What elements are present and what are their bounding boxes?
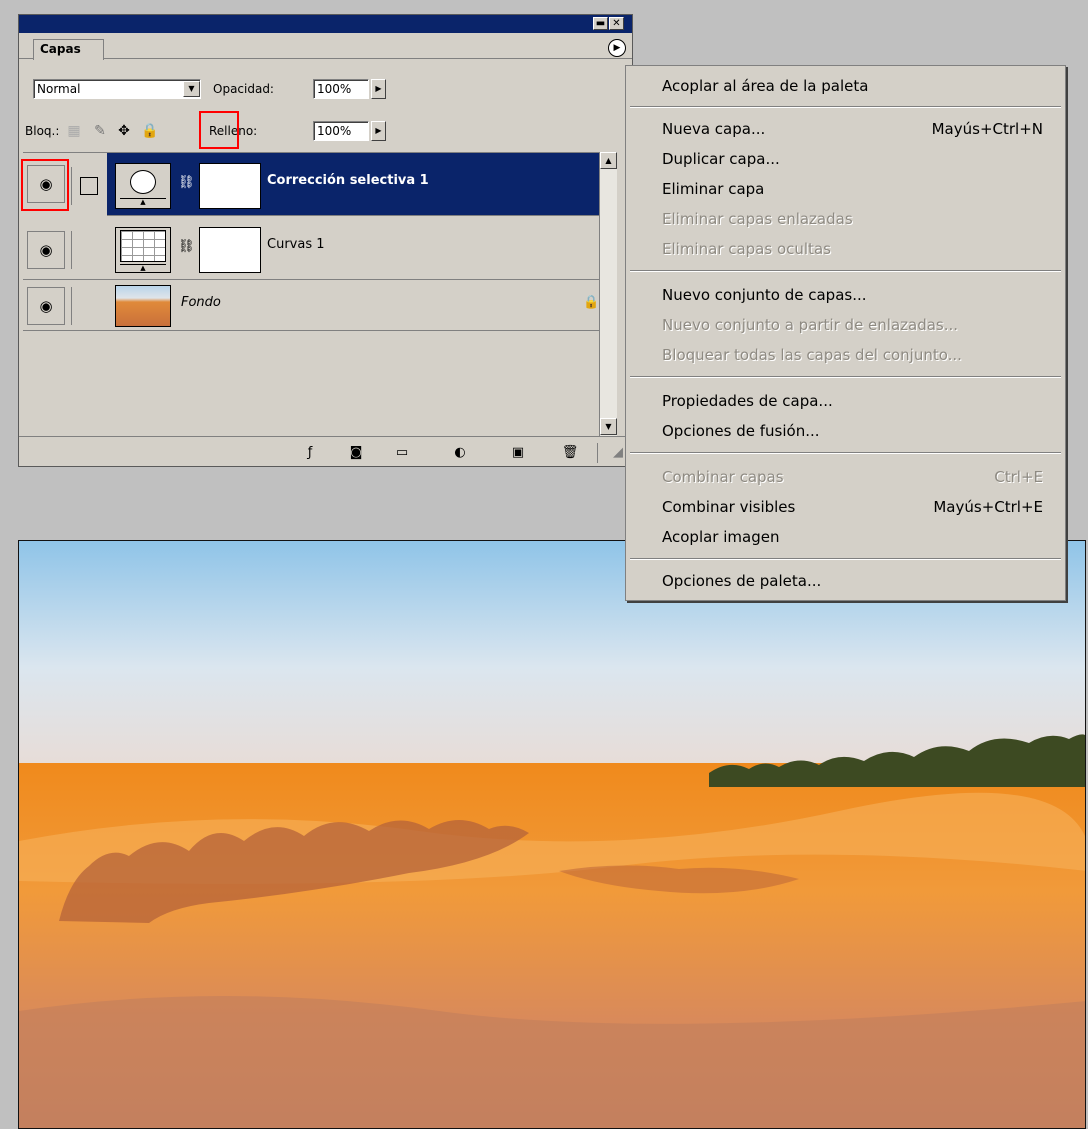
menu-separator — [630, 452, 1061, 454]
scroll-down-button[interactable]: ▼ — [600, 418, 617, 435]
layers-palette: ▬ ✕ Capas ▶ Normal ▼ Opacidad: 100% ▶ Bl… — [18, 14, 633, 467]
menu-item-delete-linked-layers: Eliminar capas enlazadas — [662, 210, 853, 228]
palette-bottom-toolbar: ƒ ◙ ▭ ◐ ▣ 🗑 ◢ — [19, 436, 632, 466]
blend-mode-select[interactable]: Normal — [33, 79, 201, 99]
layer-mask-cell[interactable] — [71, 167, 105, 205]
opacity-label: Opacidad: — [213, 82, 274, 96]
link-chain-icon[interactable]: ⛓ — [178, 175, 195, 190]
background-thumbnail[interactable] — [115, 285, 171, 327]
palette-flyout-menu: Acoplar al área de la paleta Nueva capa.… — [625, 65, 1066, 601]
layer-row[interactable]: ◉ ▲ ⛓ Corrección selectiva 1 — [23, 153, 599, 216]
minimize-button[interactable]: ▬ — [593, 17, 608, 30]
layer-name[interactable]: Fondo — [181, 295, 221, 310]
menu-separator — [630, 106, 1061, 108]
new-set-folder-icon[interactable]: ▭ — [393, 445, 411, 461]
menu-item-new-layer-set[interactable]: Nuevo conjunto de capas... — [662, 282, 1043, 308]
lock-all-icon[interactable]: 🔒 — [141, 122, 159, 140]
opacity-slider-button[interactable]: ▶ — [371, 79, 386, 99]
layer-mask-cell[interactable] — [71, 231, 105, 269]
menu-item-dock-palette-well[interactable]: Acoplar al área de la paleta — [662, 73, 1043, 99]
mask-indicator-icon — [80, 177, 98, 195]
fill-input[interactable]: 100% — [313, 121, 369, 141]
chevron-down-icon[interactable]: ▼ — [183, 81, 200, 97]
triangle-right-icon: ▶ — [613, 43, 621, 53]
lock-label: Bloq.: — [25, 124, 60, 138]
menu-item-blending-options[interactable]: Opciones de fusión... — [662, 418, 1043, 444]
desert-photo — [19, 541, 1085, 1128]
layer-row[interactable]: ◉ ▲ ⛓ Curvas 1 — [23, 217, 599, 280]
palette-tabrow: Capas ▶ — [19, 33, 632, 60]
lock-transparency-icon[interactable]: ▦ — [65, 122, 83, 140]
menu-separator — [630, 270, 1061, 272]
menu-item-new-layer[interactable]: Nueva capa... Mayús+Ctrl+N — [662, 116, 1043, 142]
close-button[interactable]: ✕ — [609, 17, 624, 30]
lock-highlight-box — [199, 111, 239, 149]
tab-layers[interactable]: Capas — [33, 39, 104, 60]
layers-scrollbar[interactable]: ▲ ▼ — [599, 152, 617, 436]
menu-item-merge-visible[interactable]: Combinar visibles Mayús+Ctrl+E — [662, 494, 1043, 520]
layer-mask-cell[interactable] — [71, 287, 105, 325]
lock-icon: 🔒 — [583, 295, 600, 310]
scroll-up-button[interactable]: ▲ — [600, 152, 617, 169]
blend-mode-value: Normal — [37, 82, 81, 96]
add-mask-icon[interactable]: ◙ — [347, 445, 365, 461]
adjustment-thumbnail[interactable]: ▲ — [115, 163, 171, 209]
opacity-value: 100% — [317, 82, 352, 96]
palette-titlebar[interactable]: ▬ ✕ — [19, 15, 632, 33]
mask-thumbnail[interactable] — [199, 227, 261, 273]
eye-visibility-icon[interactable]: ◉ — [27, 231, 65, 269]
new-layer-icon[interactable]: ▣ — [509, 445, 527, 461]
menu-item-lock-all-layers-in-set: Bloquear todas las capas del conjunto... — [662, 346, 962, 364]
menu-item-flatten-image[interactable]: Acoplar imagen — [662, 524, 1043, 550]
lock-pixels-brush-icon[interactable]: ✎ — [91, 122, 109, 140]
fill-slider-button[interactable]: ▶ — [371, 121, 386, 141]
layer-row[interactable]: ◉ Fondo 🔒 — [23, 281, 599, 331]
trash-icon[interactable]: 🗑 — [561, 445, 579, 461]
fill-value: 100% — [317, 124, 352, 138]
menu-separator — [630, 376, 1061, 378]
document-canvas[interactable] — [18, 540, 1086, 1129]
palette-menu-button[interactable]: ▶ — [608, 39, 626, 57]
menu-item-delete-layer[interactable]: Eliminar capa — [662, 176, 1043, 202]
menu-item-delete-hidden-layers: Eliminar capas ocultas — [662, 240, 831, 258]
lock-position-move-icon[interactable]: ✥ — [115, 122, 133, 140]
mask-thumbnail[interactable] — [199, 163, 261, 209]
menu-item-duplicate-layer[interactable]: Duplicar capa... — [662, 146, 1043, 172]
layer-name[interactable]: Curvas 1 — [267, 237, 325, 252]
menu-separator — [630, 558, 1061, 560]
layer-name[interactable]: Corrección selectiva 1 — [267, 173, 429, 188]
eye-visibility-icon[interactable]: ◉ — [27, 287, 65, 325]
new-adjustment-layer-icon[interactable]: ◐ — [451, 445, 469, 461]
curves-thumbnail[interactable]: ▲ — [115, 227, 171, 273]
menu-item-layer-properties[interactable]: Propiedades de capa... — [662, 388, 1043, 414]
layer-style-icon[interactable]: ƒ — [301, 445, 319, 461]
menu-item-merge-layers: Combinar capas Ctrl+E — [662, 468, 1043, 486]
opacity-input[interactable]: 100% — [313, 79, 369, 99]
menu-item-palette-options[interactable]: Opciones de paleta... — [662, 568, 1043, 594]
eye-highlight-box — [21, 159, 69, 211]
link-chain-icon[interactable]: ⛓ — [178, 239, 195, 254]
menu-item-new-set-from-linked: Nuevo conjunto a partir de enlazadas... — [662, 316, 959, 334]
layers-list: ◉ ▲ ⛓ Corrección selectiva 1 ◉ ▲ ⛓ Curva… — [23, 152, 599, 436]
